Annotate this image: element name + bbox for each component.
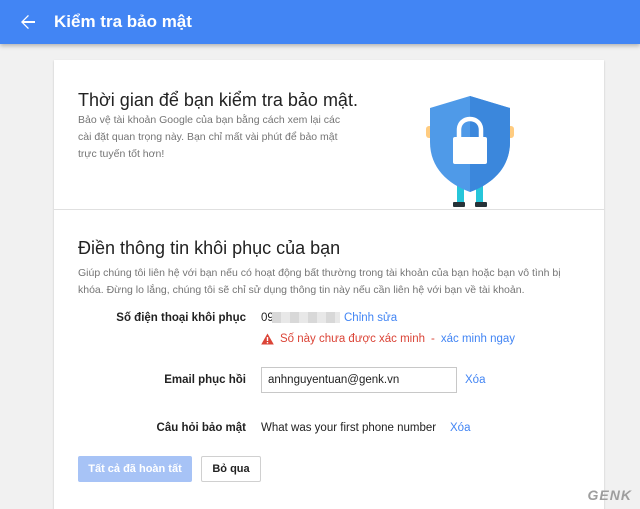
all-done-button[interactable]: Tất cả đã hoàn tất <box>78 456 192 482</box>
remove-question-link[interactable]: Xóa <box>450 422 470 434</box>
back-button[interactable] <box>0 0 56 44</box>
security-question-label: Câu hỏi bảo mật <box>156 422 246 434</box>
skip-button[interactable]: Bỏ qua <box>201 456 261 482</box>
edit-phone-link[interactable]: Chỉnh sửa <box>344 312 397 324</box>
verify-now-link[interactable]: xác minh ngay <box>441 333 515 345</box>
remove-email-link[interactable]: Xóa <box>465 374 485 386</box>
hero-section: Thời gian để bạn kiểm tra bảo mật. Bảo v… <box>54 60 604 210</box>
hero-title: Thời gian để bạn kiểm tra bảo mật. <box>78 90 358 110</box>
recovery-phone-label: Số điện thoại khôi phục <box>116 312 246 324</box>
warning-triangle-icon <box>261 333 274 345</box>
phone-unverified-message: Số này chưa được xác minh <box>280 333 426 345</box>
app-bar: Kiểm tra bảo mật <box>0 0 640 44</box>
hero-description: Bảo vệ tài khoản Google của bạn bằng các… <box>78 114 341 160</box>
genk-watermark: GENK <box>587 487 632 503</box>
page-title: Kiểm tra bảo mật <box>54 12 192 31</box>
security-question-value: What was your first phone number <box>261 422 437 434</box>
recovery-email-input[interactable] <box>261 367 457 393</box>
warning-separator: - <box>431 333 435 345</box>
recovery-email-label: Email phục hồi <box>164 374 246 386</box>
arrow-back-icon <box>21 15 35 29</box>
security-checkup-card: Thời gian để bạn kiểm tra bảo mật. Bảo v… <box>54 60 604 509</box>
phone-number-redacted <box>272 312 340 323</box>
phone-warning: Số này chưa được xác minh - xác minh nga… <box>261 333 515 345</box>
shield-lock-icon <box>426 96 514 207</box>
recovery-title: Điền thông tin khôi phục của bạn <box>78 238 341 258</box>
recovery-description: Giúp chúng tôi liên hệ với bạn nếu có ho… <box>78 267 561 296</box>
